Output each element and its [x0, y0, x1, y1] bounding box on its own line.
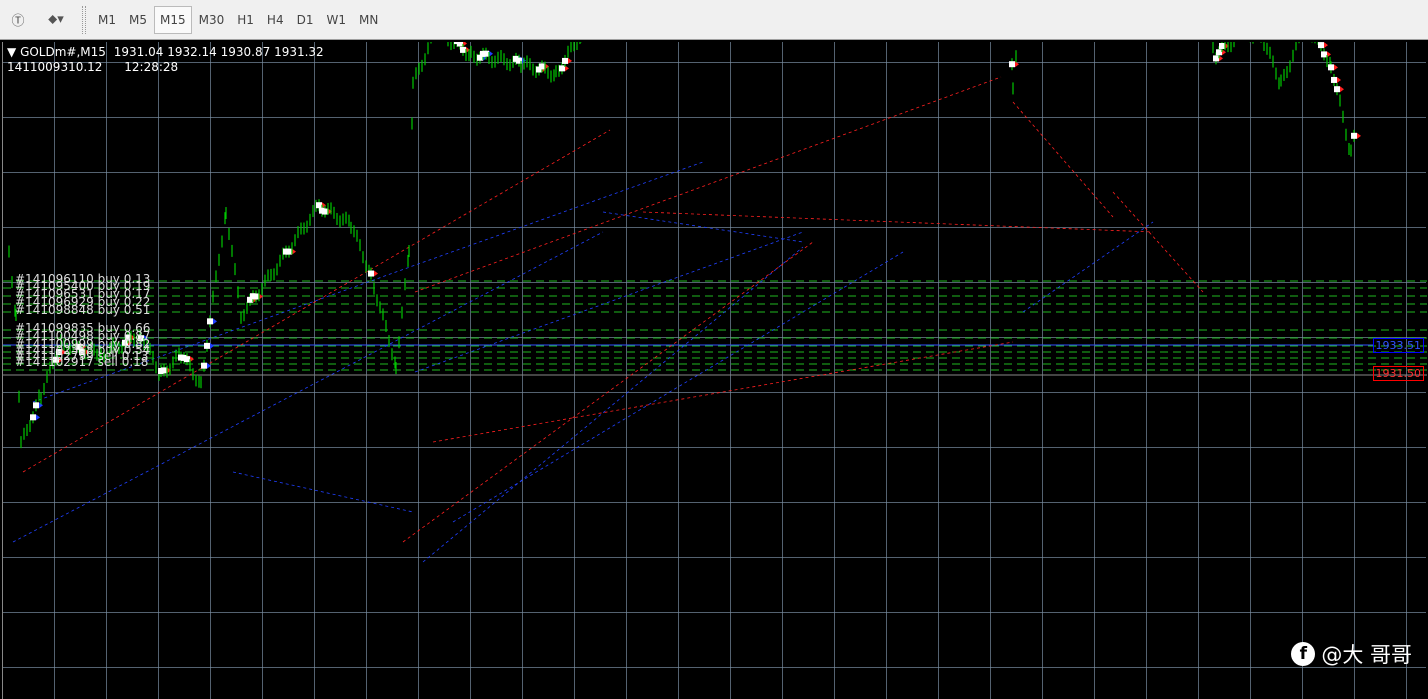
trade-arrow-icon	[190, 356, 194, 363]
timeframe-w1[interactable]: W1	[320, 6, 352, 34]
trade-marker	[539, 63, 545, 70]
trade-marker	[483, 50, 489, 57]
trade-marker	[184, 356, 190, 363]
trade-connector-line	[602, 211, 804, 243]
facebook-icon: f	[1291, 642, 1316, 666]
trade-marker	[1331, 76, 1337, 83]
toolbar-separator	[82, 5, 86, 34]
trade-connector-line	[452, 251, 904, 523]
trade-arrow-icon	[213, 318, 217, 325]
trade-connector-line	[232, 471, 414, 513]
trade-connector-line	[422, 246, 804, 563]
trade-marker	[253, 293, 259, 300]
trade-marker	[1351, 132, 1357, 139]
server-time: 12:28:28	[124, 60, 179, 74]
arrows-tool-icon[interactable]: ⬥▾	[36, 6, 76, 34]
price-chart[interactable]: ▼ GOLDm#,M15 1931.04 1932.14 1930.87 193…	[2, 42, 1427, 699]
trade-arrow-icon	[1357, 132, 1361, 139]
ask-price-tag: 1933.51	[1372, 338, 1424, 353]
trade-arrow-icon	[1324, 42, 1328, 49]
trade-arrow-icon	[1340, 86, 1344, 93]
trade-connector-line	[432, 341, 1014, 443]
text-tool-icon[interactable]: Ⓣ	[4, 6, 32, 34]
trade-connector-line	[642, 211, 1154, 233]
trade-connector-line	[1012, 101, 1114, 218]
trade-marker	[1216, 49, 1222, 56]
trade-marker	[559, 65, 565, 72]
symbol-timeframe: GOLDm#,M15	[20, 45, 106, 59]
trade-arrow-icon	[210, 342, 214, 349]
trade-arrow-icon	[568, 57, 572, 64]
trade-arrow-icon	[1334, 64, 1338, 71]
timeframe-m15[interactable]: M15	[154, 5, 192, 34]
trade-connector-line	[1112, 191, 1204, 293]
timeframe-d1[interactable]: D1	[291, 6, 320, 34]
trade-marker	[207, 318, 213, 325]
trade-marker	[1213, 55, 1219, 62]
trade-arrow-icon	[374, 270, 378, 277]
symbol-header: ▼ GOLDm#,M15 1931.04 1932.14 1930.87 193…	[7, 45, 324, 59]
watermark-text: @大 哥哥	[1321, 643, 1412, 667]
trade-marker	[286, 248, 292, 255]
timeframe-m5[interactable]: M5	[123, 6, 153, 34]
collapse-triangle-icon[interactable]: ▼	[7, 45, 16, 59]
trade-marker	[1318, 42, 1324, 49]
trade-marker	[201, 362, 207, 369]
watermark: f @大 哥哥	[1291, 639, 1412, 669]
toolbar: Ⓣ ⬥▾ M1 M5 M15 M30 H1 H4 D1 W1 MN	[0, 0, 1428, 40]
trade-connector-line	[414, 76, 1002, 293]
trade-arrow-icon	[36, 414, 40, 421]
timeframe-mn[interactable]: MN	[353, 6, 384, 34]
timeframe-m30[interactable]: M30	[193, 6, 231, 34]
ohlc-values: 1931.04 1932.14 1930.87 1931.32	[113, 45, 324, 59]
trade-marker	[161, 367, 167, 374]
trade-marker	[368, 270, 374, 277]
trade-marker	[460, 46, 466, 53]
trade-arrow-icon	[207, 362, 211, 369]
trade-connector-line	[402, 241, 814, 543]
order-label: #141098848 buy 0.51	[15, 303, 151, 317]
trade-marker	[1009, 61, 1015, 68]
bid-price-tag: 1931.50	[1372, 366, 1424, 381]
timeframe-h4[interactable]: H4	[261, 6, 290, 34]
trade-marker	[316, 202, 322, 209]
trade-connector-line	[1022, 221, 1154, 313]
trade-marker	[322, 208, 328, 215]
trade-marker	[33, 402, 39, 409]
trade-marker	[1334, 86, 1340, 93]
trade-arrow-icon	[1337, 76, 1341, 83]
trade-marker	[204, 342, 210, 349]
trade-marker	[562, 57, 568, 64]
timeframe-m1[interactable]: M1	[92, 6, 122, 34]
account-line: 1411009310.12 12:28:28	[7, 60, 178, 74]
trade-marker	[1328, 64, 1334, 71]
account-value: 1411009310.12	[7, 60, 103, 74]
chart-canvas	[3, 42, 1427, 563]
trade-marker	[457, 42, 463, 47]
order-label: #141102917 sell 0.18	[15, 355, 149, 369]
trade-marker	[1321, 51, 1327, 58]
trade-marker	[30, 414, 36, 421]
timeframe-h1[interactable]: H1	[231, 6, 260, 34]
trade-connector-line	[414, 231, 804, 373]
trade-marker	[1219, 42, 1225, 49]
